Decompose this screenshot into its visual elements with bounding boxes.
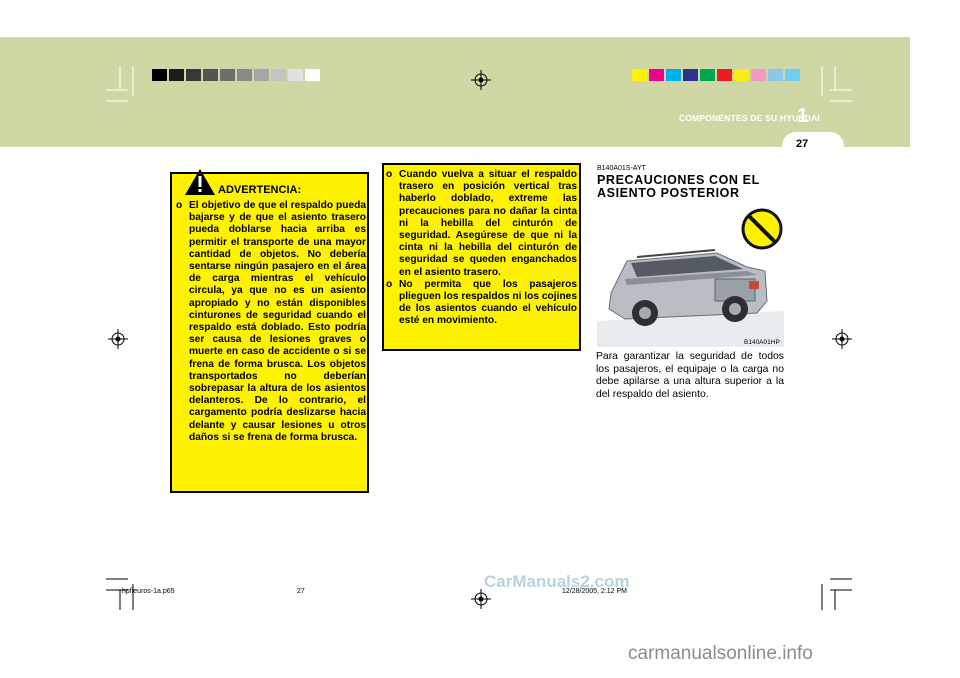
footer-file: hpfleuros-1a.p65 xyxy=(122,588,175,595)
suv-rear-image xyxy=(597,201,784,347)
image-label: B140A01HP xyxy=(744,339,780,346)
section-code: B140A01S-AYT xyxy=(597,165,646,172)
caution-list: o Cuando vuelva a situar el respaldo tras… xyxy=(386,169,577,328)
list-item: o No permita que los pasajeros plieguen l… xyxy=(386,278,577,327)
warning-text: o El objetivo de que el respaldo pueda ba… xyxy=(176,200,366,443)
watermark-carmanuals: CarManuals2.com xyxy=(484,572,630,591)
list-item: o Cuando vuelva a situar el respaldo tras… xyxy=(386,169,577,278)
section-title: PRECAUCIONES CON EL ASIENTO POSTERIOR xyxy=(597,173,760,200)
watermark-site: carmanualsonline.info xyxy=(628,643,813,664)
warning-title: ADVERTENCIA: xyxy=(218,184,302,196)
suv-rear-illustration xyxy=(597,201,784,347)
footer-page: 27 xyxy=(297,588,305,595)
warning-triangle-icon xyxy=(185,169,215,195)
section-paragraph: Para garantizar la seguridad de todos lo… xyxy=(596,351,784,400)
